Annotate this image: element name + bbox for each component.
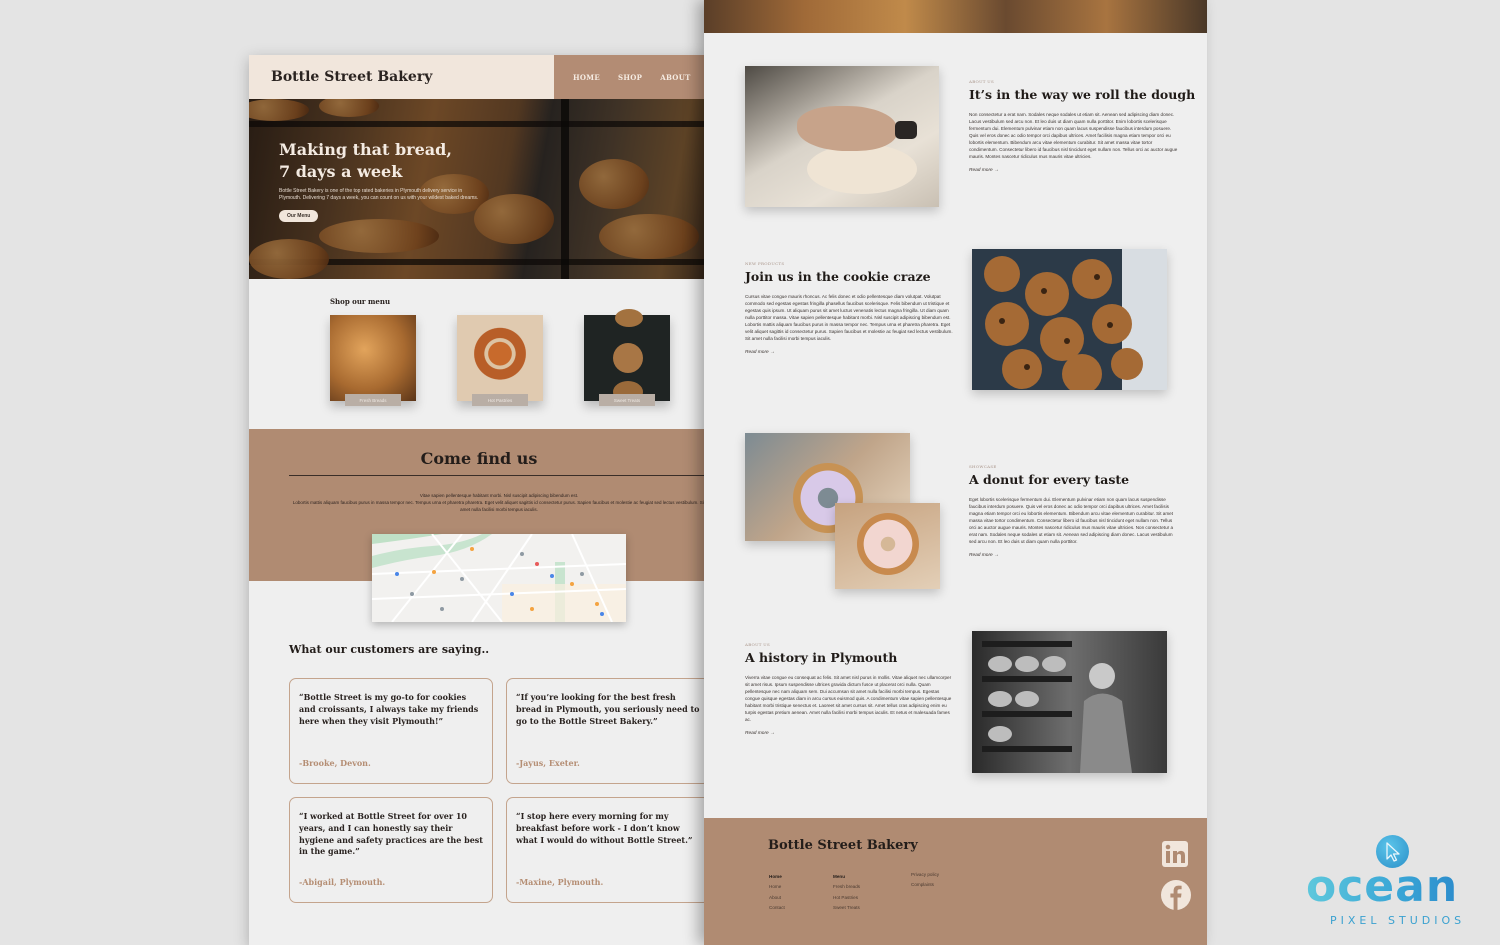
site-logo[interactable]: Bottle Street Bakery [249,55,554,99]
cookies-graphic [984,249,1167,390]
find-us-text: Vitae sapien pellentesque habitant morbi… [289,492,709,513]
testimonial-card: “Bottle Street is my go-to for cookies a… [289,678,493,784]
find-us-title: Come find us [420,449,538,468]
footer-column-legal: Privacy policy Complaints [911,870,939,891]
testimonials-title: What our customers are saying.. [289,643,490,656]
hero-title: Making that bread, 7 days a week [279,139,479,183]
content-block: About us It’s in the way we roll the dou… [969,79,1196,173]
top-banner-image [704,0,1207,33]
testimonial-quote: “Bottle Street is my go-to for cookies a… [299,692,479,726]
bakery-photo-graphic [982,641,1132,773]
find-us-section: Come find us Vitae sapien pellentesque h… [249,429,709,622]
menu-card-treats[interactable]: Sweet Treats [584,309,670,406]
cookies-image [972,249,1167,390]
testimonial-card: “I stop here every morning for my breakf… [506,797,709,903]
map-graphic [372,534,626,622]
footer-link[interactable]: Home [769,882,785,892]
site-footer: Bottle Street Bakery Home Home About Con… [704,818,1207,945]
testimonial-author: -Maxine, Plymouth. [516,877,604,887]
hero-description: Bottle Street Bakery is one of the top r… [279,188,479,201]
section-eyebrow: About us [745,642,771,647]
content-block: Showcase A donut for every taste Eget lo… [969,464,1179,558]
hero-title-line: Making that bread, [279,140,452,159]
section-heading: Join us in the cookie craze [745,269,931,284]
hero-title-line: 7 days a week [279,162,403,181]
testimonial-quote: “If you’re looking for the best fresh br… [516,692,700,726]
section-eyebrow: Showcase [969,464,997,469]
hero-banner: Making that bread, 7 days a week Bottle … [249,99,709,279]
location-map[interactable] [372,534,626,622]
facebook-icon[interactable] [1161,880,1191,910]
footer-link[interactable]: Privacy policy [911,870,939,880]
hero-content: Making that bread, 7 days a week Bottle … [279,139,479,222]
footer-column-heading: Menu [833,874,845,879]
footer-link[interactable]: Hot Pastries [833,893,860,903]
testimonial-card: “I worked at Bottle Street for over 10 y… [289,797,493,903]
site-header: Bottle Street Bakery HOME SHOP ABOUT CO [249,55,709,99]
donut-shape [857,513,919,575]
divider [289,475,709,476]
cookie-image [613,343,643,373]
donut-image-front [835,503,940,589]
footer-column-home: Home Home About Contact [769,872,785,913]
section-body: Eget lobortis scelerisque fermentum dui.… [969,497,1174,544]
nav-shop[interactable]: SHOP [618,73,642,82]
cookie-image [615,309,643,327]
testimonial-author: -Abigail, Plymouth. [299,877,386,887]
menu-card-label: Hot Pastries [472,394,528,406]
nav-home[interactable]: HOME [573,73,600,82]
read-more-link[interactable]: Read more → [745,731,955,736]
testimonial-card: “If you’re looking for the best fresh br… [506,678,709,784]
section-heading: A donut for every taste [969,472,1130,487]
section-heading: It’s in the way we roll the dough [969,87,1196,102]
section-body: Cursus vitae congue mauris rhoncus. Ac f… [745,294,953,341]
nav-about[interactable]: ABOUT [660,73,690,82]
footer-link[interactable]: Fresh breads [833,882,860,892]
footer-column-menu: Menu Fresh breads Hot Pastries Sweet Tre… [833,872,860,913]
section-eyebrow: New products [745,261,785,266]
footer-link[interactable]: Complaints [911,880,939,890]
content-block: New products Join us in the cookie craze… [745,261,955,355]
main-nav: HOME SHOP ABOUT CO [554,55,709,99]
bakery-history-photo [972,631,1167,773]
linkedin-icon[interactable] [1161,840,1189,868]
footer-brand: Bottle Street Bakery [768,838,918,853]
section-eyebrow: About us [969,79,995,84]
read-more-link[interactable]: Read more → [969,168,1179,173]
ocean-pixel-studios-logo: ocean PIXEL STUDIOS [1300,835,1490,935]
section-body: Non consectetur a erat nam. Sodales nequ… [969,112,1178,159]
menu-card-label: Sweet Treats [599,394,655,406]
footer-link[interactable]: About [769,893,785,903]
homepage-mockup: Bottle Street Bakery HOME SHOP ABOUT CO … [249,55,709,945]
section-body: Viverra vitae congue eu consequat ac fel… [745,675,952,722]
shop-menu-section: Shop our menu Fresh Breads Hot Pastries … [249,279,709,429]
shop-menu-title: Shop our menu [330,297,391,306]
find-us-line: Lobortis mattis aliquam faucibus purus i… [292,500,706,512]
logo-wordmark: ocean [1306,861,1459,912]
menu-card-breads[interactable]: Fresh Breads [330,315,416,406]
menu-card-label: Fresh Breads [345,394,401,406]
read-more-link[interactable]: Read more → [969,553,1179,558]
dough-rolling-image [745,66,939,207]
logo-subtitle: PIXEL STUDIOS [1330,914,1466,927]
about-page-mockup: About us It’s in the way we roll the dou… [704,0,1207,945]
read-more-link[interactable]: Read more → [745,350,955,355]
dough-shape [807,144,917,194]
content-block: About us A history in Plymouth Viverra v… [745,642,955,736]
wristband-shape [895,121,917,139]
footer-link[interactable]: Contact [769,903,785,913]
hands-shape [797,106,897,151]
menu-card-pastries[interactable]: Hot Pastries [457,315,543,406]
footer-link[interactable]: Sweet Treats [833,903,860,913]
testimonial-quote: “I worked at Bottle Street for over 10 y… [299,811,483,857]
testimonial-author: -Jayus, Exeter. [516,758,580,768]
our-menu-button[interactable]: Our Menu [279,210,319,222]
section-heading: A history in Plymouth [745,650,898,665]
testimonial-quote: “I stop here every morning for my breakf… [516,811,693,845]
testimonial-author: -Brooke, Devon. [299,758,371,768]
footer-column-heading: Home [769,874,782,879]
find-us-line: Vitae sapien pellentesque habitant morbi… [419,493,579,498]
